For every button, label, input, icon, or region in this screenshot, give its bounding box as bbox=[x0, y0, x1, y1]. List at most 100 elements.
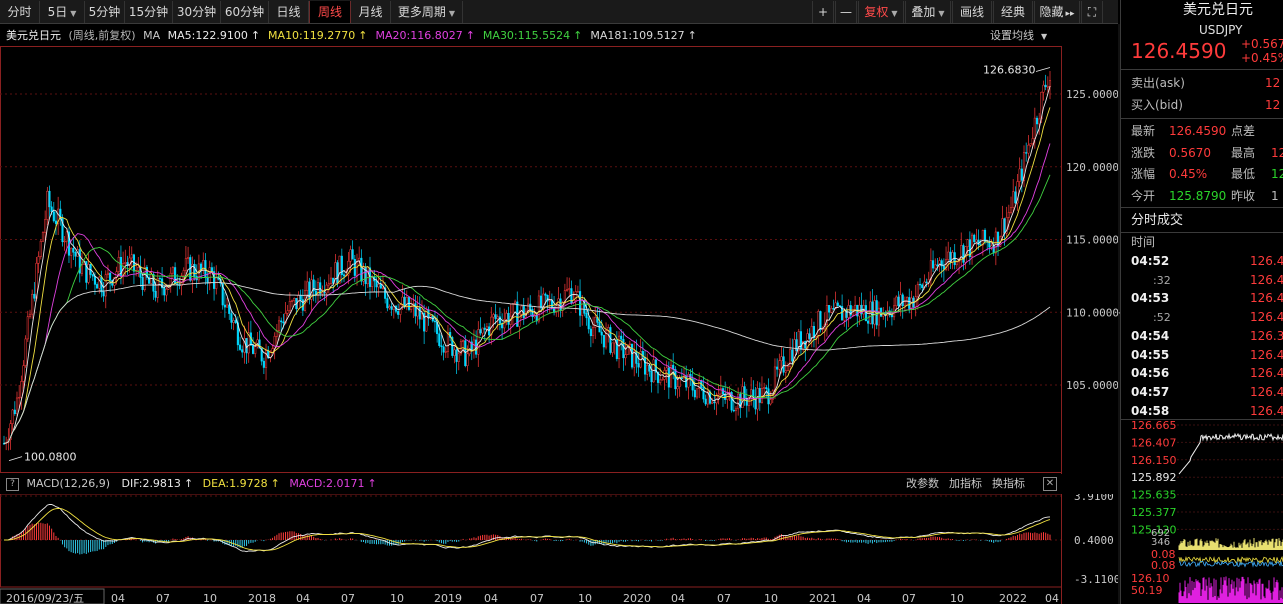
macd-action-1[interactable]: 加指标 bbox=[949, 477, 982, 490]
tab-label: 日线 bbox=[276, 5, 301, 19]
candle-body bbox=[734, 408, 738, 411]
x-tick-label: 04 bbox=[111, 592, 125, 604]
ma-item-0: MA5:122.9100 ↑ bbox=[168, 25, 264, 46]
candle-body bbox=[548, 300, 551, 302]
candle-body bbox=[869, 301, 872, 324]
candle-body bbox=[947, 251, 950, 260]
ma-indicator-label[interactable]: MA bbox=[143, 25, 160, 46]
candle-body bbox=[1048, 80, 1052, 87]
candle-body bbox=[1033, 117, 1036, 139]
macd-action-2[interactable]: 换指标 bbox=[992, 477, 1025, 490]
x-tick-label: 10 bbox=[578, 592, 592, 604]
candle-body bbox=[390, 306, 393, 310]
candle-body bbox=[810, 326, 813, 339]
x-tick-label: 07 bbox=[902, 592, 916, 604]
candle-body bbox=[208, 267, 211, 284]
tab-period-4[interactable]: 30分钟 bbox=[173, 1, 221, 23]
candle-body bbox=[908, 297, 911, 309]
classic-button[interactable]: 经典 bbox=[993, 1, 1033, 23]
tool-label: 复权 bbox=[864, 5, 889, 19]
trades-header[interactable]: 分时成交 bbox=[1131, 210, 1183, 231]
candle-body bbox=[568, 288, 571, 290]
macd-action-0[interactable]: 改参数 bbox=[906, 477, 939, 490]
ma-settings-button[interactable]: 设置均线 ▼ bbox=[990, 25, 1051, 46]
candle-body bbox=[494, 314, 497, 320]
candle-body bbox=[854, 304, 857, 310]
stat-label: 昨收 bbox=[1231, 188, 1256, 203]
tab-period-0[interactable]: 分时 bbox=[0, 1, 40, 23]
tab-period-2[interactable]: 5分钟 bbox=[85, 1, 125, 23]
candle-body bbox=[321, 292, 324, 295]
candle-body bbox=[533, 315, 536, 318]
mini-y-tick: 125.635 bbox=[1131, 489, 1177, 502]
candle-body bbox=[184, 258, 187, 271]
tab-period-8[interactable]: 月线 bbox=[351, 1, 391, 23]
candle-body bbox=[776, 366, 779, 370]
tool-label: + bbox=[817, 5, 829, 19]
zoom-in-button[interactable]: + bbox=[812, 1, 834, 23]
candle-body bbox=[106, 272, 110, 275]
candle-body bbox=[109, 272, 112, 281]
mini-y-tick: 125.892 bbox=[1131, 471, 1177, 484]
chart-subtitle: (周线,前复权) bbox=[68, 29, 136, 42]
tab-period-3[interactable]: 15分钟 bbox=[125, 1, 173, 23]
candle-body bbox=[579, 291, 582, 316]
macd-dif-line bbox=[4, 503, 1051, 553]
candle-body bbox=[836, 302, 839, 306]
close-icon[interactable]: ✕ bbox=[1043, 477, 1057, 491]
macd-y-tick: 0.4000 bbox=[1074, 534, 1114, 547]
overlay-button[interactable]: 叠加 ▼ bbox=[905, 1, 951, 23]
quote-row-value: 12 bbox=[1265, 98, 1281, 112]
zoom-out-button[interactable]: — bbox=[835, 1, 857, 23]
stat-label: 今开 bbox=[1131, 188, 1156, 203]
x-tick-label: 2022 bbox=[999, 592, 1027, 604]
tab-period-9[interactable]: 更多周期 ▼ bbox=[391, 1, 463, 23]
x-tick-label: 2020 bbox=[623, 592, 651, 604]
candle-body bbox=[1029, 143, 1032, 146]
macd-y-tick: -3.1100 bbox=[1074, 573, 1118, 586]
candle-body bbox=[93, 275, 97, 285]
help-icon[interactable]: ? bbox=[6, 477, 19, 491]
x-tick-label: 04 bbox=[1045, 592, 1059, 604]
stat-label: 点差 bbox=[1231, 124, 1256, 138]
tab-label: 15分钟 bbox=[128, 5, 169, 19]
candle-body bbox=[50, 206, 53, 212]
candle-body bbox=[628, 343, 631, 346]
candle-body bbox=[934, 264, 937, 269]
quote-name: 美元兑日元 bbox=[1183, 2, 1253, 18]
candle-body bbox=[843, 309, 846, 321]
tab-period-6[interactable]: 日线 bbox=[269, 1, 309, 23]
ma-value: MA10:119.2770 bbox=[268, 29, 356, 42]
price-chart[interactable]: 125.0000 120.0000 115.0000 110.0000 105.0000… bbox=[0, 46, 1118, 604]
candle-body bbox=[719, 388, 722, 395]
candle-body bbox=[483, 327, 486, 330]
candle-body bbox=[466, 353, 469, 366]
candle-body bbox=[867, 320, 870, 324]
macd-params[interactable]: MACD(12,26,9) bbox=[27, 477, 111, 490]
stat-value: 12 bbox=[1271, 167, 1283, 181]
ma-item-3: MA30:115.5524 ↑ bbox=[483, 25, 586, 46]
adjust-button[interactable]: 复权 ▼ bbox=[858, 1, 904, 23]
candle-body bbox=[611, 342, 614, 353]
candle-body bbox=[440, 345, 443, 348]
candle-body bbox=[763, 387, 766, 389]
candle-body bbox=[446, 332, 450, 352]
fullscreen-icon[interactable]: ⛶ bbox=[1081, 1, 1103, 23]
candle-body bbox=[1035, 117, 1039, 125]
candle-body bbox=[600, 331, 603, 336]
tab-period-5[interactable]: 60分钟 bbox=[221, 1, 269, 23]
price-pane-border bbox=[0, 46, 1062, 473]
draw-line-button[interactable]: 画线 bbox=[952, 1, 992, 23]
tab-period-7[interactable]: 周线 bbox=[309, 1, 351, 23]
candle-body bbox=[966, 239, 969, 247]
tab-period-1[interactable]: 5日 ▼ bbox=[40, 1, 85, 23]
tab-label: 分时 bbox=[7, 5, 32, 19]
intraday-mini-chart[interactable]: 126.665126.407126.150125.892125.635125.3… bbox=[1121, 419, 1283, 604]
candle-body bbox=[182, 270, 185, 277]
candle-body bbox=[433, 320, 437, 323]
candle-body bbox=[693, 389, 696, 398]
hide-button[interactable]: 隐藏 ▸▸ bbox=[1034, 1, 1080, 23]
candle-body bbox=[286, 310, 289, 314]
candle-body bbox=[780, 356, 783, 362]
candle-body bbox=[91, 274, 94, 277]
